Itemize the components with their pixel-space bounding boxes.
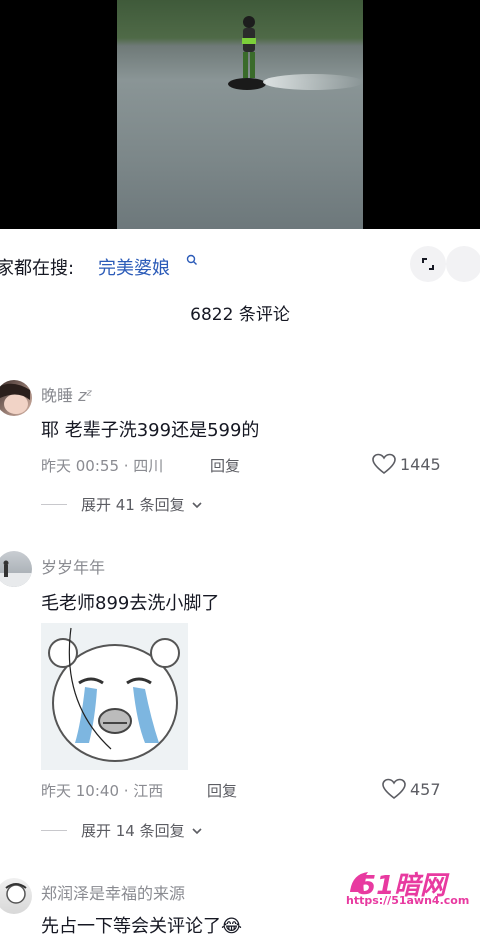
like-count: 457 [410, 779, 441, 799]
comment-time-location: 昨天 00:55 · 四川 [41, 457, 164, 475]
username-text: 晚睡 [41, 386, 74, 405]
heart-icon [372, 453, 396, 475]
avatar[interactable] [0, 551, 32, 587]
expand-button[interactable] [410, 246, 446, 282]
comment-username[interactable]: 晚睡 zᶻ [41, 382, 92, 406]
expand-replies[interactable]: 展开 14 条回复 [41, 820, 205, 841]
divider-line [41, 504, 67, 505]
video-player[interactable] [0, 0, 480, 229]
comment-time-location: 昨天 10:40 · 江西 [41, 782, 164, 800]
watermark-url: https://51awn4.com [346, 894, 470, 907]
avatar[interactable] [0, 878, 32, 914]
search-suggestion-row: 家都在搜: 完美婆娘 [0, 248, 480, 284]
avatar[interactable] [0, 380, 32, 416]
expand-icon [422, 258, 434, 270]
expand-replies-label: 展开 41 条回复 [81, 496, 185, 514]
expand-replies-label: 展开 14 条回复 [81, 822, 185, 840]
avatar-image [5, 883, 27, 904]
video-frame [117, 0, 363, 229]
crying-bear-sticker [41, 623, 188, 770]
avatar-image [0, 383, 30, 414]
heart-icon [382, 778, 406, 800]
divider-line [41, 830, 67, 831]
username-suffix: zᶻ [78, 386, 93, 405]
surfboard [228, 78, 266, 90]
rider-figure [242, 16, 256, 78]
water-spray [263, 74, 363, 90]
reply-button[interactable]: 回复 [210, 455, 240, 476]
comment-count: 6822 条评论 [190, 305, 290, 325]
sticker-image[interactable] [41, 623, 188, 770]
more-button[interactable] [446, 246, 480, 282]
chevron-down-icon [192, 501, 202, 508]
like-button[interactable]: 1445 [372, 453, 441, 475]
search-icon [186, 254, 197, 265]
like-button[interactable]: 457 [382, 778, 441, 800]
comment-username[interactable]: 岁岁年年 [41, 554, 105, 578]
search-suggestion-link[interactable]: 完美婆娘 [98, 254, 170, 280]
avatar-image [0, 560, 32, 587]
comment-text: 先占一下等会关评论了😂 [41, 916, 243, 937]
chevron-down-icon [192, 827, 202, 834]
expand-replies[interactable]: 展开 41 条回复 [41, 494, 205, 515]
reply-button[interactable]: 回复 [207, 780, 237, 801]
comment-username[interactable]: 郑润泽是幸福的来源 [41, 880, 185, 904]
search-prefix: 家都在搜: [0, 258, 75, 279]
like-count: 1445 [400, 454, 441, 474]
comment-text: 耶 老辈子洗399还是599的 [41, 420, 260, 441]
comment-text: 毛老师899去洗小脚了 [41, 593, 220, 614]
